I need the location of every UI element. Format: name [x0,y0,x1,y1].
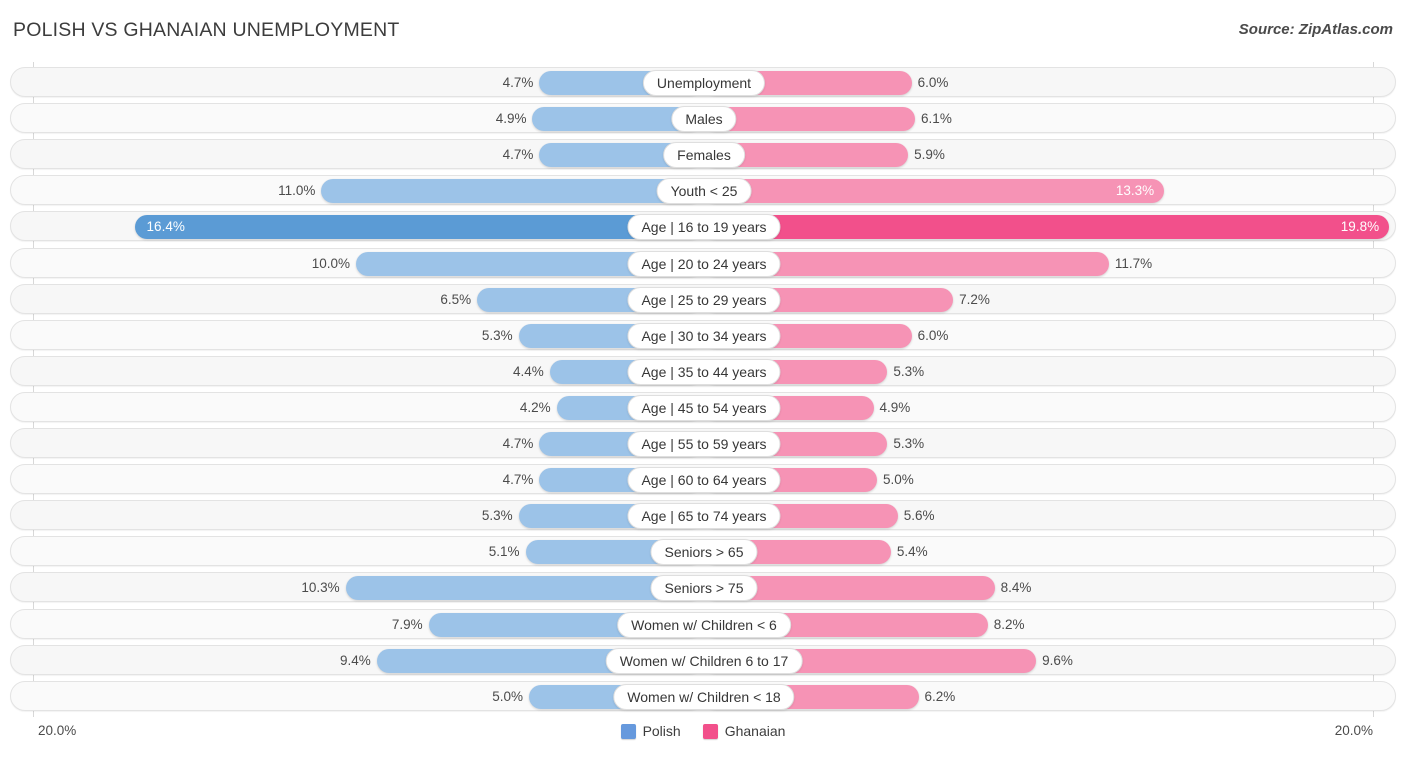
value-label-ghanaian: 5.3% [893,363,925,379]
value-label-ghanaian: 5.6% [903,508,935,524]
table-row[interactable]: 4.7% 6.0% Unemployment [10,67,1396,97]
legend-item-polish[interactable]: Polish [620,723,681,739]
value-label-ghanaian: 6.1% [921,111,952,127]
value-label-ghanaian: 9.6% [1042,652,1073,668]
category-label[interactable]: Age | 20 to 24 years [627,250,781,277]
legend-swatch-icon [702,723,718,739]
value-label-polish: 10.0% [311,255,350,271]
source-attribution: Source: ZipAtlas.com [1238,21,1393,38]
category-label[interactable]: Females [663,142,745,169]
category-label[interactable]: Women w/ Children < 6 [617,611,791,638]
table-row[interactable]: 10.3% 8.4% Seniors > 75 [10,572,1396,603]
value-label-polish: 5.3% [481,327,513,343]
bar-ghanaian [704,179,1165,204]
bar-polish [345,576,702,601]
value-label-polish: 7.9% [391,616,423,632]
value-label-polish: 4.4% [512,363,544,379]
value-label-ghanaian: 5.4% [896,544,928,560]
value-label-polish: 4.7% [502,472,534,488]
category-label[interactable]: Youth < 25 [656,178,752,205]
category-label[interactable]: Women w/ Children < 18 [613,683,795,710]
value-label-ghanaian: 19.8% [1340,219,1380,235]
value-label-ghanaian: 8.2% [993,616,1025,632]
value-label-polish: 4.2% [519,399,551,415]
value-label-polish: 5.0% [492,688,523,704]
category-label[interactable]: Age | 55 to 59 years [627,431,781,457]
table-row[interactable]: 4.4% 5.3% Age | 35 to 44 years [10,355,1396,386]
category-label[interactable]: Age | 16 to 19 years [627,214,781,241]
value-label-ghanaian: 7.2% [959,291,990,307]
value-label-polish: 4.7% [502,75,534,90]
table-row[interactable]: 6.5% 7.2% Age | 25 to 29 years [10,283,1396,314]
value-label-polish: 11.0% [278,183,316,199]
value-label-ghanaian: 6.2% [924,688,956,704]
value-label-ghanaian: 6.0% [917,75,949,90]
value-label-polish: 4.7% [502,147,534,163]
legend-item-ghanaian[interactable]: Ghanaian [702,723,786,739]
table-row[interactable]: 10.0% 11.7% Age | 20 to 24 years [10,247,1396,278]
category-label[interactable]: Age | 35 to 44 years [627,358,781,385]
value-label-polish: 4.9% [495,111,527,127]
table-row[interactable]: 11.0% 13.3% Youth < 25 [10,175,1396,206]
value-label-ghanaian: 8.4% [1000,580,1032,596]
table-row[interactable]: 5.1% 5.4% Seniors > 65 [10,536,1396,567]
value-label-polish: 4.7% [502,436,534,451]
value-label-ghanaian: 13.3% [1115,183,1155,199]
value-label-polish: 10.3% [301,580,340,596]
legend-label: Polish [642,723,681,739]
category-label[interactable]: Age | 60 to 64 years [627,467,781,494]
category-label[interactable]: Age | 25 to 29 years [627,286,781,313]
value-label-ghanaian: 5.9% [914,147,945,163]
value-label-ghanaian: 11.7% [1114,255,1153,271]
value-label-ghanaian: 4.9% [879,399,911,415]
value-label-polish: 9.4% [339,652,371,668]
bar-polish [134,215,702,240]
table-row[interactable]: 4.7% 5.3% Age | 55 to 59 years [10,428,1396,458]
table-row[interactable]: 4.9% 6.1% Males [10,103,1396,134]
chart-legend: Polish Ghanaian [0,723,1406,739]
category-label[interactable]: Males [671,106,737,133]
page-title: POLISH VS GHANAIAN UNEMPLOYMENT [13,19,400,41]
category-label[interactable]: Unemployment [642,70,766,96]
table-row[interactable]: 16.4% 19.8% Age | 16 to 19 years [10,211,1396,242]
category-label[interactable]: Seniors > 65 [650,539,758,566]
value-label-polish: 6.5% [440,291,472,307]
value-label-polish: 5.3% [481,508,513,524]
category-label[interactable]: Women w/ Children 6 to 17 [605,647,803,674]
table-row[interactable]: 5.3% 6.0% Age | 30 to 34 years [10,319,1396,350]
bar-polish [321,179,702,204]
value-label-polish: 5.1% [488,544,520,560]
value-label-polish: 16.4% [146,219,185,235]
diverging-bar-chart: 4.7% 6.0% Unemployment 4.9% 6.1% Males 4.7% 5.9… [0,62,1406,717]
category-label[interactable]: Age | 65 to 74 years [627,503,781,530]
value-label-ghanaian: 5.0% [883,472,914,488]
table-row[interactable]: 4.7% 5.0% Age | 60 to 64 years [10,464,1396,495]
table-row[interactable]: 5.3% 5.6% Age | 65 to 74 years [10,500,1396,531]
table-row[interactable]: 4.7% 5.9% Females [10,139,1396,170]
chart-footer: 20.0% 20.0% Polish Ghanaian [0,717,1406,757]
chart-header: POLISH VS GHANAIAN UNEMPLOYMENT Source: … [0,0,1406,62]
legend-swatch-icon [620,723,636,739]
value-label-ghanaian: 5.3% [893,436,925,451]
table-row[interactable]: 5.0% 6.2% Women w/ Children < 18 [10,680,1396,711]
category-label[interactable]: Seniors > 75 [650,575,758,602]
table-row[interactable]: 9.4% 9.6% Women w/ Children 6 to 17 [10,644,1396,675]
table-row[interactable]: 4.2% 4.9% Age | 45 to 54 years [10,391,1396,422]
value-label-ghanaian: 6.0% [917,327,949,343]
category-label[interactable]: Age | 45 to 54 years [627,394,781,421]
table-row[interactable]: 7.9% 8.2% Women w/ Children < 6 [10,608,1396,639]
category-label[interactable]: Age | 30 to 34 years [627,322,781,349]
legend-label: Ghanaian [724,723,786,739]
bar-ghanaian [704,215,1390,240]
